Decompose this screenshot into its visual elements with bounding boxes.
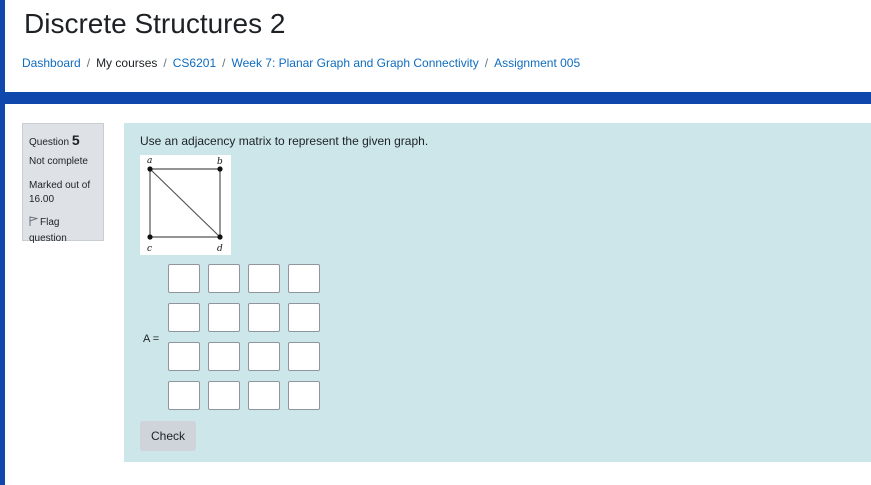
edge-a-d [149, 168, 221, 238]
vertex-b [217, 166, 223, 172]
navbar-strip [5, 92, 871, 104]
matrix-cell-r1c4[interactable] [288, 264, 320, 293]
vertex-label-a: a [147, 156, 152, 166]
question-content: Use an adjacency matrix to represent the… [124, 123, 871, 462]
vertex-label-b: b [217, 157, 223, 167]
matrix-cell-r4c3[interactable] [248, 381, 280, 410]
matrix-cell-r4c4[interactable] [288, 381, 320, 410]
check-button[interactable]: Check [140, 421, 196, 451]
graph-edges [149, 168, 221, 238]
matrix-cell-r4c2[interactable] [208, 381, 240, 410]
graph-svg: a b c d [147, 156, 223, 254]
left-edge-bar [0, 0, 5, 485]
matrix-cell-r3c2[interactable] [208, 342, 240, 371]
matrix-cell-r2c4[interactable] [288, 303, 320, 332]
matrix-cell-r3c1[interactable] [168, 342, 200, 371]
flag-label-line2: question [29, 233, 67, 244]
matrix-cell-r1c3[interactable] [248, 264, 280, 293]
breadcrumb: Dashboard / My courses / CS6201 / Week 7: Plan… [22, 54, 580, 72]
breadcrumb-assignment[interactable]: Assignment 005 [494, 56, 580, 70]
flag-question-link[interactable]: Flag question [29, 215, 97, 246]
course-title: Discrete Structures 2 [24, 8, 286, 39]
matrix-cell-r1c1[interactable] [168, 264, 200, 293]
matrix-cell-r2c1[interactable] [168, 303, 200, 332]
breadcrumb-separator: / [86, 56, 91, 70]
question-number: Question 5 [29, 132, 97, 148]
matrix-label: A = [143, 333, 160, 345]
vertex-a [147, 166, 153, 172]
flag-icon [29, 216, 39, 231]
graph-figure: a b c d [140, 155, 231, 255]
question-state: Not complete [29, 156, 88, 167]
breadcrumb-separator: / [163, 56, 167, 70]
question-number-value: 5 [71, 132, 80, 148]
matrix-cell-r4c1[interactable] [168, 381, 200, 410]
grade-label: Marked out of [29, 180, 91, 191]
vertex-label-c: c [147, 244, 152, 254]
breadcrumb-dashboard[interactable]: Dashboard [22, 56, 81, 70]
matrix-cell-r1c2[interactable] [208, 264, 240, 293]
matrix-cell-r3c3[interactable] [248, 342, 280, 371]
question-grade: Marked out of 16.00 [29, 179, 97, 207]
breadcrumb-separator: / [484, 56, 489, 70]
question-label: Question [29, 137, 70, 148]
matrix-cell-r2c3[interactable] [248, 303, 280, 332]
question-info-panel: Question 5 Not complete Marked out of 16… [22, 123, 104, 244]
flag-label-line1: Flag [40, 217, 60, 228]
question-text: Use an adjacency matrix to represent the… [140, 134, 429, 148]
vertex-label-d: d [217, 244, 223, 254]
breadcrumb-course-code[interactable]: CS6201 [173, 56, 216, 70]
breadcrumb-my-courses: My courses [96, 56, 158, 70]
grade-value: 16.00 [29, 194, 55, 205]
adjacency-matrix [168, 264, 324, 410]
breadcrumb-separator: / [222, 56, 226, 70]
matrix-cell-r2c2[interactable] [208, 303, 240, 332]
matrix-cell-r3c4[interactable] [288, 342, 320, 371]
breadcrumb-week[interactable]: Week 7: Planar Graph and Graph Connectiv… [231, 56, 478, 70]
vertex-d [217, 234, 223, 240]
vertex-c [147, 234, 153, 240]
